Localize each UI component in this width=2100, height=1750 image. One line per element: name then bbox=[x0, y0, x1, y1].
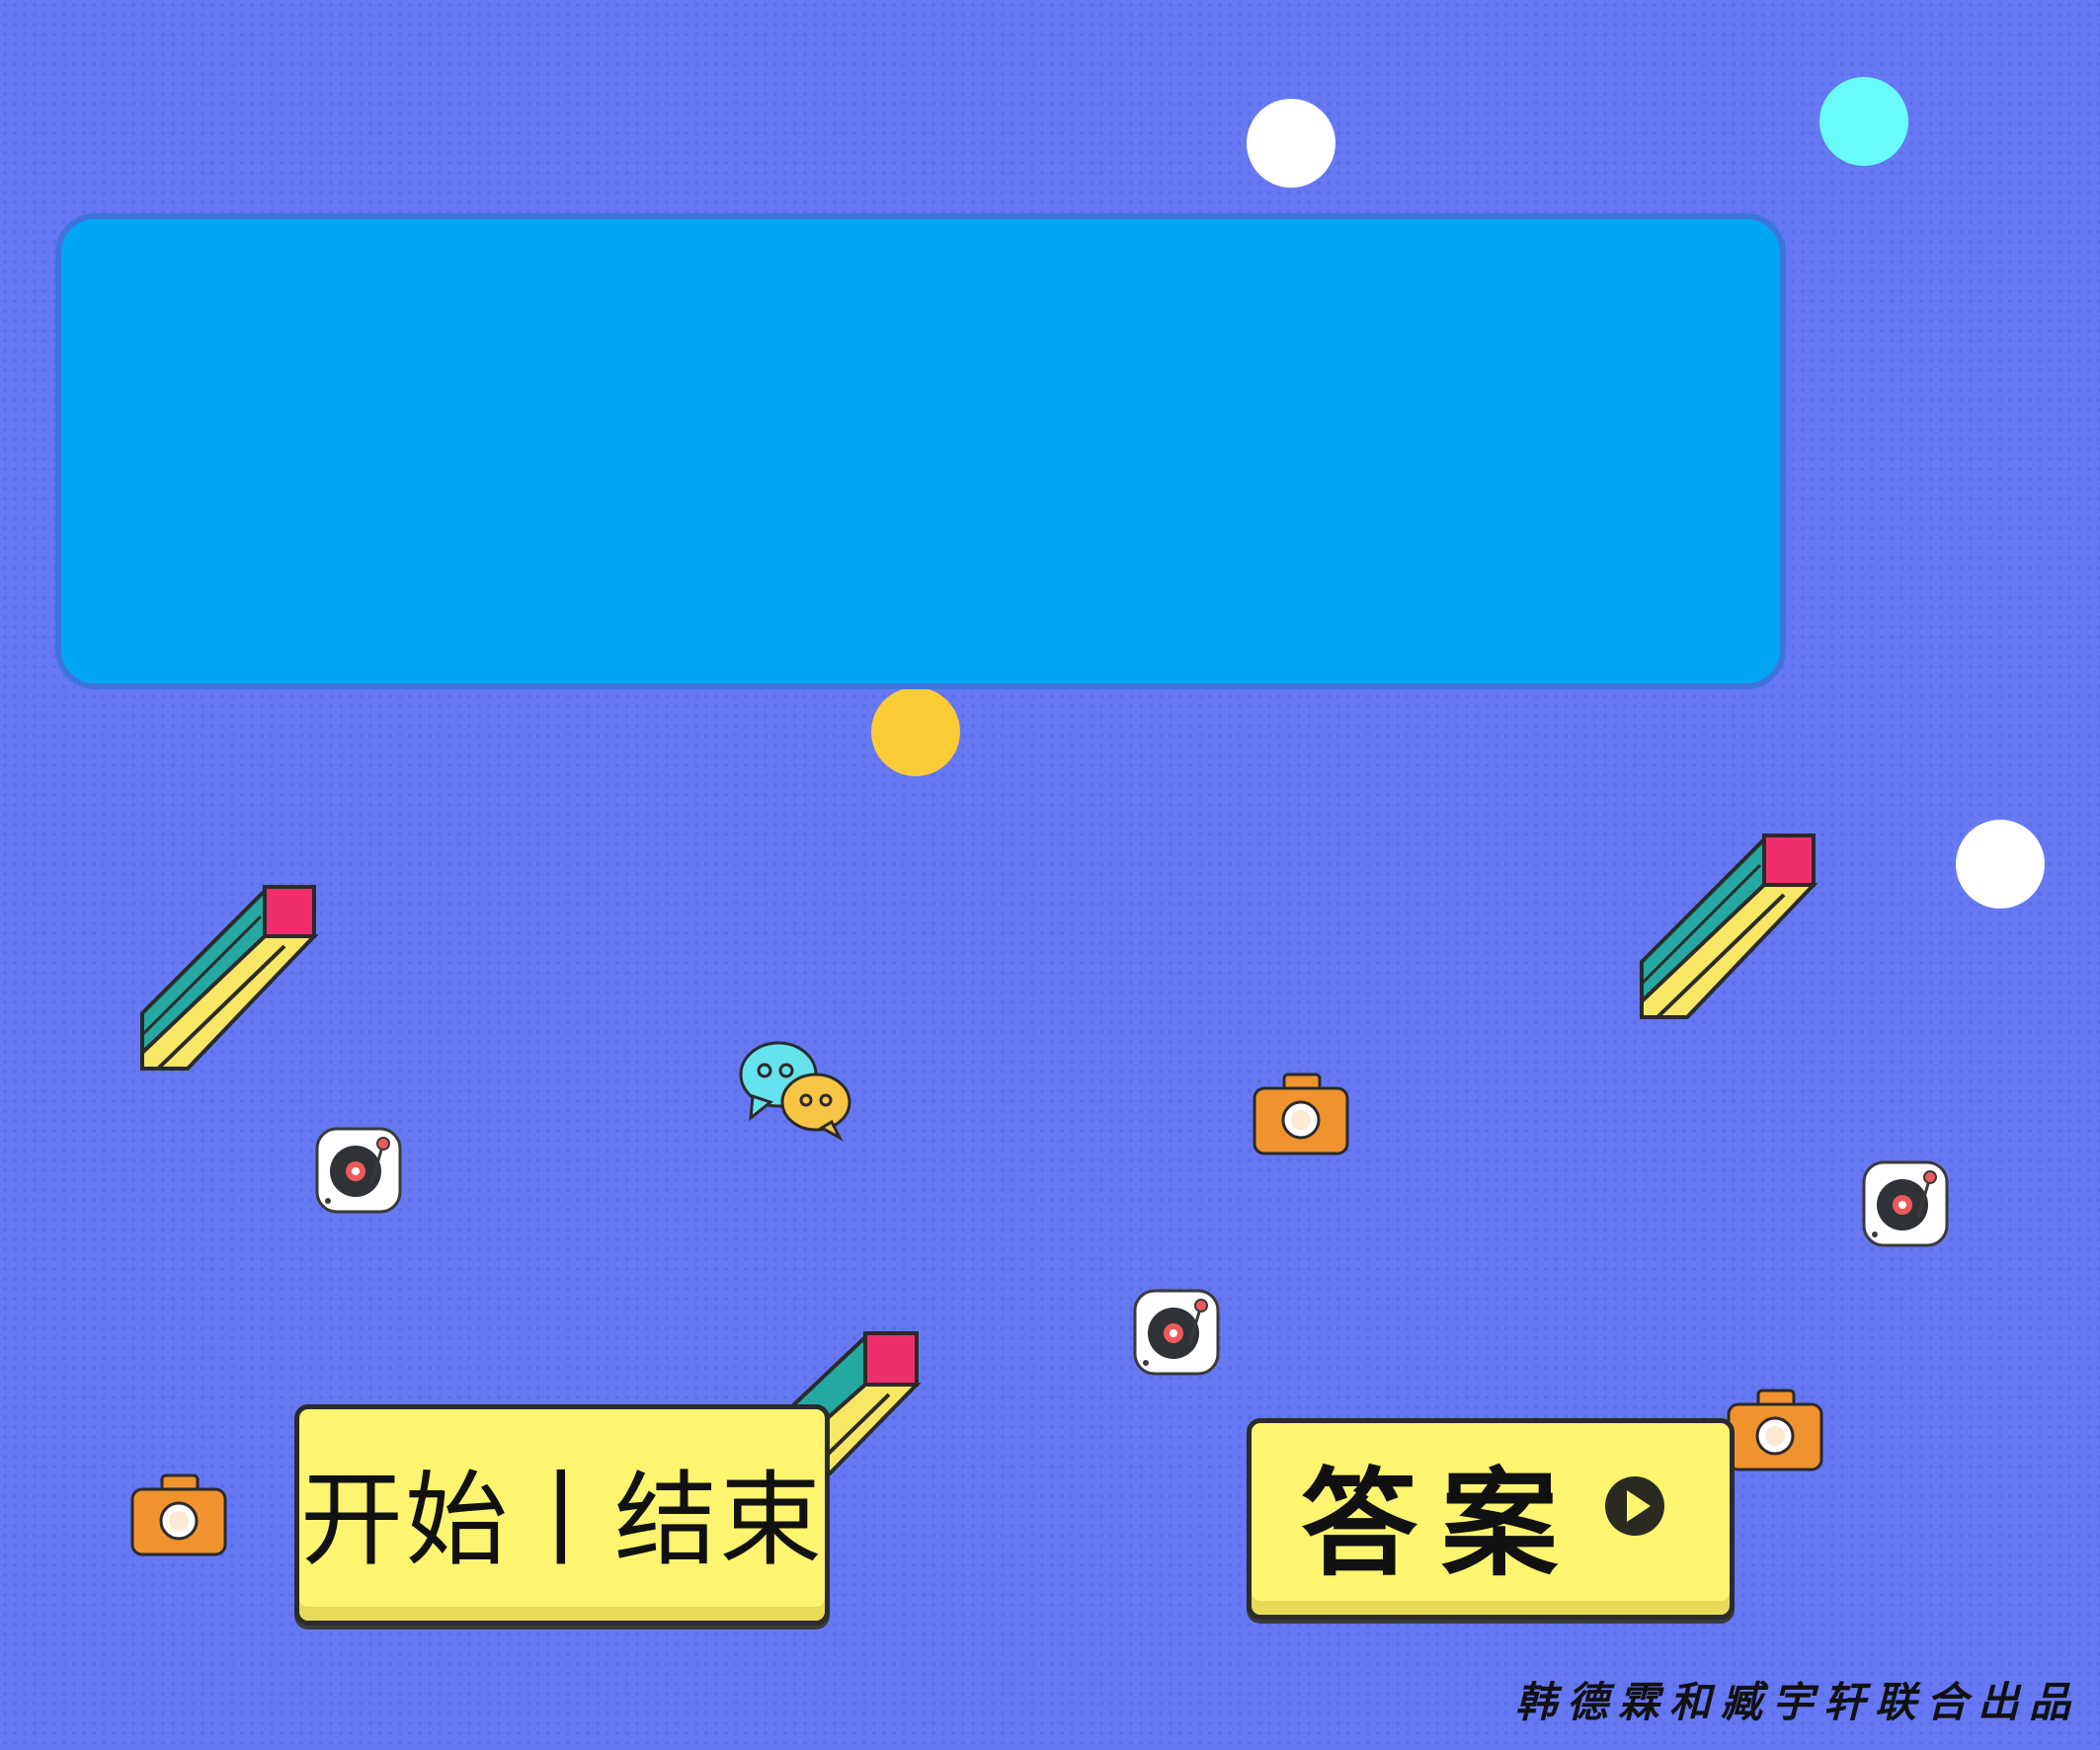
camera-icon bbox=[1727, 1389, 1823, 1472]
camera-icon bbox=[130, 1473, 227, 1556]
start-end-label: 开始丨结束 bbox=[299, 1459, 824, 1580]
play-circle-icon bbox=[1605, 1476, 1664, 1536]
pencil-icon bbox=[1640, 834, 1817, 1019]
camera-icon bbox=[1252, 1073, 1349, 1155]
question-panel bbox=[55, 213, 1786, 689]
turntable-icon bbox=[1133, 1289, 1220, 1376]
white-dot bbox=[1247, 99, 1335, 188]
start-end-button[interactable]: 开始丨结束 bbox=[294, 1404, 830, 1626]
white-dot bbox=[1956, 820, 2045, 909]
credit-text: 韩德霖和臧宇轩联合出品 bbox=[1514, 1678, 2080, 1726]
game-stage: 开始丨结束 答案 韩德霖和臧宇轩联合出品 bbox=[0, 0, 2100, 1750]
answer-button[interactable]: 答案 bbox=[1247, 1418, 1735, 1620]
turntable-icon bbox=[1862, 1160, 1949, 1247]
yellow-dot bbox=[871, 687, 960, 776]
chat-bubbles-icon bbox=[739, 1041, 851, 1142]
turntable-icon bbox=[315, 1127, 402, 1214]
cyan-dot bbox=[1819, 77, 1908, 166]
answer-label: 答案 bbox=[1301, 1454, 1582, 1592]
pencil-icon bbox=[140, 885, 318, 1071]
